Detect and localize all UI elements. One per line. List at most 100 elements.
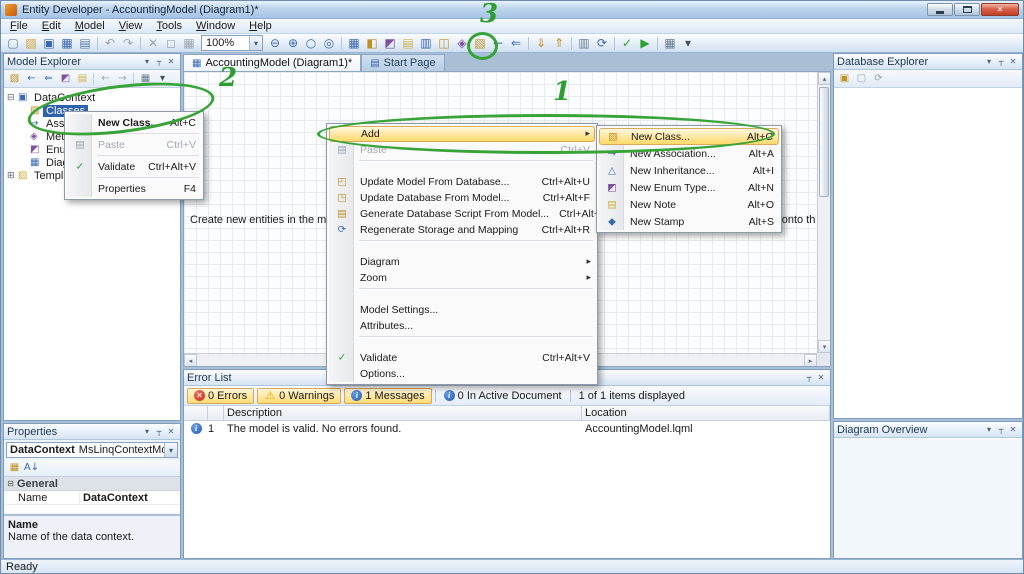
database-explorer-content[interactable] [834,89,1022,418]
menu-item-validate[interactable]: ✓ Validate Ctrl+Alt+V [67,158,201,175]
menu-bar-item[interactable]: Help [242,19,279,33]
update-model-from-database-icon[interactable]: ⇓ [532,35,550,52]
menu-item-attributes[interactable]: Attributes... [329,318,595,334]
pin-icon[interactable]: ┬ [995,55,1007,69]
menu-item-generate-database-script[interactable]: ▤ Generate Database Script From Model...… [329,206,595,222]
window-position-icon[interactable]: ▾ [141,55,153,69]
menu-bar-item[interactable]: Window [189,19,242,33]
snap-grid-icon[interactable]: ▦ [180,35,198,52]
menu-item-add[interactable]: Add [329,126,595,142]
scroll-down-icon[interactable]: ▾ [818,340,831,353]
menu-item-options[interactable]: Options... [329,366,595,382]
menu-item-model-settings[interactable]: Model Settings... [329,302,595,318]
scroll-right-icon[interactable]: ▸ [804,354,817,367]
pin-icon[interactable]: ┬ [153,425,165,439]
new-diagram-icon[interactable]: ▦ [345,35,363,52]
close-icon[interactable]: ✕ [165,55,177,69]
menu-item-update-model-from-database[interactable]: ◰ Update Model From Database... Ctrl+Alt… [329,174,595,190]
property-row[interactable]: Name DataContext [4,491,180,505]
menu-item-paste[interactable]: ▤ Paste Ctrl+V [67,136,201,153]
new-model-icon[interactable]: ▢ [4,35,22,52]
new-template-icon[interactable]: ▤ [399,35,417,52]
zoom-dropdown-icon[interactable]: ▾ [249,36,262,50]
menu-item-update-database-from-model[interactable]: ◳ Update Database From Model... Ctrl+Alt… [329,190,595,206]
new-view-icon[interactable]: ▥ [417,35,435,52]
menu-item-new-enum-type[interactable]: ◩ New Enum Type... Alt+N [599,179,779,196]
pin-icon[interactable]: ┬ [153,55,165,69]
alphabetical-sort-icon[interactable]: A↓ [23,460,40,476]
close-icon[interactable]: ✕ [1007,423,1019,437]
menu-bar-item[interactable]: Edit [35,19,68,33]
error-list-row[interactable]: i 1 The model is valid. No errors found.… [184,421,830,436]
tab-accounting-model[interactable]: ▦ AccountingModel (Diagram1)* [183,54,361,71]
window-position-icon[interactable]: ▾ [983,55,995,69]
messages-filter-button[interactable]: i 1 Messages [344,388,431,404]
icon-column-header[interactable] [184,406,208,420]
tree-item-datacontext[interactable]: ⊟ ▣ DataContext [4,91,180,104]
expander-icon[interactable]: ⊟ [7,93,18,103]
update-database-from-model-icon[interactable]: ⇑ [550,35,568,52]
menu-item-zoom[interactable]: Zoom [329,270,595,286]
delete-icon[interactable]: ✕ [144,35,162,52]
print-icon[interactable]: ▤ [76,35,94,52]
close-icon[interactable]: ✕ [815,371,827,385]
scroll-up-icon[interactable]: ▴ [818,72,831,85]
window-position-icon[interactable]: ▾ [983,423,995,437]
close-button[interactable]: ✕ [981,3,1019,16]
new-enum-type-toolbar-icon[interactable]: ◩ [381,35,399,52]
menu-item-new-note[interactable]: ▤ New Note Alt+O [599,196,779,213]
vertical-scrollbar[interactable]: ▴ ▾ [817,72,830,353]
run-icon[interactable]: ▶ [636,35,654,52]
new-inheritance-icon[interactable]: ⇐ [40,71,57,87]
object-dropdown-icon[interactable]: ▾ [164,443,177,457]
categorized-icon[interactable]: ▦ [6,460,23,476]
undo-icon[interactable]: ↶ [101,35,119,52]
zoom-100-icon[interactable]: ○ [302,35,320,52]
tab-start-page[interactable]: ▤ Start Page [361,54,444,71]
close-icon[interactable]: ✕ [165,425,177,439]
save-icon[interactable]: ▣ [40,35,58,52]
diagram-overview-content[interactable] [834,439,1022,558]
open-model-icon[interactable]: ▨ [22,35,40,52]
pin-icon[interactable]: ┬ [995,423,1007,437]
menu-item-new-stamp[interactable]: ◆ New Stamp Alt+S [599,213,779,230]
navigate-forward-icon[interactable]: → [114,71,131,87]
disconnect-database-icon[interactable]: ▢ [853,71,870,87]
zoom-in-icon[interactable]: ⊕ [284,35,302,52]
close-icon[interactable]: ✕ [1007,55,1019,69]
maximize-button[interactable] [954,3,980,16]
zoom-fit-icon[interactable]: ◎ [320,35,338,52]
new-enum-type-icon[interactable]: ◩ [57,71,74,87]
dropdown-arrow-icon[interactable]: ▾ [679,35,697,52]
property-category-row[interactable]: ⊟ General [4,477,180,491]
window-position-icon[interactable]: ▾ [141,425,153,439]
menu-item-new-association[interactable]: → New Association... Alt+A [599,145,779,162]
menu-item-properties[interactable]: Properties F4 [67,180,201,197]
save-all-icon[interactable]: ▦ [58,35,76,52]
menu-item-new-class[interactable]: ▧ New Class... Alt+C [599,128,779,145]
new-procedure-icon[interactable]: ◫ [435,35,453,52]
validate-toolbar-icon[interactable]: ✓ [618,35,636,52]
expander-icon[interactable]: ⊞ [7,171,18,181]
minimize-button[interactable] [927,3,953,16]
dropdown-arrow-icon[interactable]: ▾ [154,71,171,87]
view-options-icon[interactable]: ▦ [137,71,154,87]
redo-icon[interactable]: ↷ [119,35,137,52]
connect-database-icon[interactable]: ▣ [836,71,853,87]
grid-options-icon[interactable]: ▦ [661,35,679,52]
zoom-out-icon[interactable]: ⊖ [266,35,284,52]
zoom-level-combo[interactable]: 100% ▾ [201,35,263,51]
menu-bar-item[interactable]: Tools [149,19,189,33]
warnings-filter-button[interactable]: ⚠ 0 Warnings [257,388,341,404]
scroll-left-icon[interactable]: ◂ [184,354,197,367]
menu-bar-item[interactable]: View [112,19,150,33]
layout-diagram-icon[interactable]: ▥ [575,35,593,52]
menu-bar-item[interactable]: File [3,19,35,33]
menu-item-new-inheritance[interactable]: △ New Inheritance... Alt+I [599,162,779,179]
select-tool-icon[interactable]: ◻ [162,35,180,52]
refresh-icon[interactable]: ⟳ [593,35,611,52]
menu-item-diagram[interactable]: Diagram [329,254,595,270]
menu-item-regenerate-storage-and-mapping[interactable]: ⟳ Regenerate Storage and Mapping Ctrl+Al… [329,222,595,238]
new-complex-type-icon[interactable]: ◧ [363,35,381,52]
menu-item-new-class[interactable]: New Class... Alt+C [67,114,201,131]
